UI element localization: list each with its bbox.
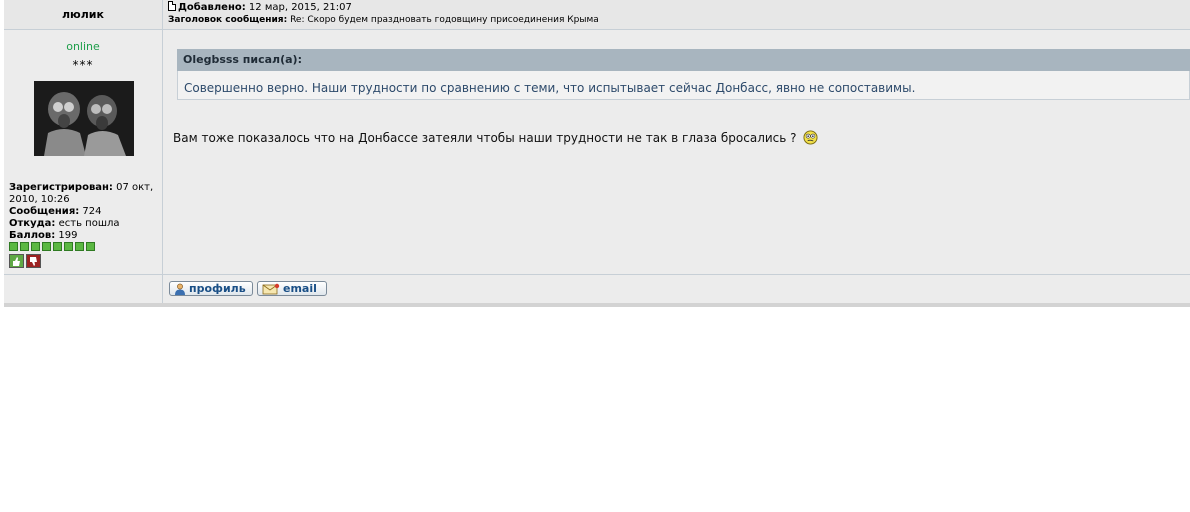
quote-text: Совершенно верно. Наши трудности по срав… bbox=[177, 71, 1190, 100]
page-icon[interactable] bbox=[168, 1, 176, 11]
user-rank: *** bbox=[72, 58, 94, 72]
user-icon bbox=[175, 283, 185, 295]
message-body: Вам тоже показалось что на Донбассе зате… bbox=[173, 130, 818, 145]
points-label: Баллов: bbox=[9, 230, 56, 241]
message-text: Вам тоже показалось что на Донбассе зате… bbox=[173, 130, 797, 145]
post-header: люлик Добавлено: 12 мар, 2015, 21:07 Заг… bbox=[4, 0, 1190, 30]
online-status: online bbox=[66, 40, 100, 53]
rating-bar bbox=[9, 242, 95, 251]
footer-left-cell bbox=[4, 275, 163, 304]
post-date-row: Добавлено: 12 мар, 2015, 21:07 bbox=[168, 1, 599, 14]
post-content: Olegbsss писал(а): Совершенно верно. Наш… bbox=[163, 30, 1190, 274]
avatar-image bbox=[34, 81, 134, 156]
added-value: 12 мар, 2015, 21:07 bbox=[245, 2, 352, 13]
profile-info: Зарегистрирован: 07 окт, 2010, 10:26 Соо… bbox=[9, 182, 159, 242]
subject-value: Re: Скоро будем праздновать годовщину пр… bbox=[287, 15, 599, 25]
messages-label: Сообщения: bbox=[9, 206, 80, 217]
from-value: есть пошла bbox=[55, 218, 120, 229]
profile-button[interactable]: профиль bbox=[169, 281, 253, 296]
rating-box bbox=[86, 242, 95, 251]
avatar bbox=[34, 81, 134, 156]
confused-smiley-icon bbox=[803, 130, 818, 145]
post-footer: профиль email bbox=[4, 274, 1190, 304]
vote-buttons bbox=[9, 254, 41, 268]
rating-box bbox=[64, 242, 73, 251]
post-meta: Добавлено: 12 мар, 2015, 21:07 Заголовок… bbox=[168, 1, 599, 26]
quote-author: Olegbsss писал(а): bbox=[177, 49, 1190, 71]
added-label: Добавлено: bbox=[178, 2, 246, 13]
email-button-label: email bbox=[283, 282, 317, 295]
profile-button-label: профиль bbox=[189, 282, 246, 295]
messages-row: Сообщения: 724 bbox=[9, 206, 159, 218]
rating-box bbox=[75, 242, 84, 251]
messages-value: 724 bbox=[79, 206, 102, 217]
author-name-text: люлик bbox=[62, 8, 104, 21]
envelope-icon bbox=[262, 283, 280, 294]
author-name[interactable]: люлик bbox=[4, 0, 163, 29]
thumbs-down-icon[interactable] bbox=[26, 254, 41, 268]
rating-box bbox=[20, 242, 29, 251]
rating-box bbox=[9, 242, 18, 251]
points-value: 199 bbox=[55, 230, 78, 241]
bottom-divider bbox=[4, 303, 1190, 307]
rating-box bbox=[31, 242, 40, 251]
author-sidebar: online *** Зарегистрирован: 07 окт, 2010… bbox=[4, 30, 163, 274]
thumbs-up-icon[interactable] bbox=[9, 254, 24, 268]
rating-box bbox=[53, 242, 62, 251]
subject-label: Заголовок сообщения: bbox=[168, 15, 288, 25]
rating-box bbox=[42, 242, 51, 251]
email-button[interactable]: email bbox=[257, 281, 327, 296]
points-row: Баллов: 199 bbox=[9, 230, 159, 242]
registered-label: Зарегистрирован: bbox=[9, 182, 113, 193]
from-label: Откуда: bbox=[9, 218, 56, 229]
post-subject-row: Заголовок сообщения: Re: Скоро будем пра… bbox=[168, 14, 599, 26]
from-row: Откуда: есть пошла bbox=[9, 218, 159, 230]
registered-row: Зарегистрирован: 07 окт, 2010, 10:26 bbox=[9, 182, 159, 206]
forum-post: люлик Добавлено: 12 мар, 2015, 21:07 Заг… bbox=[4, 0, 1190, 307]
